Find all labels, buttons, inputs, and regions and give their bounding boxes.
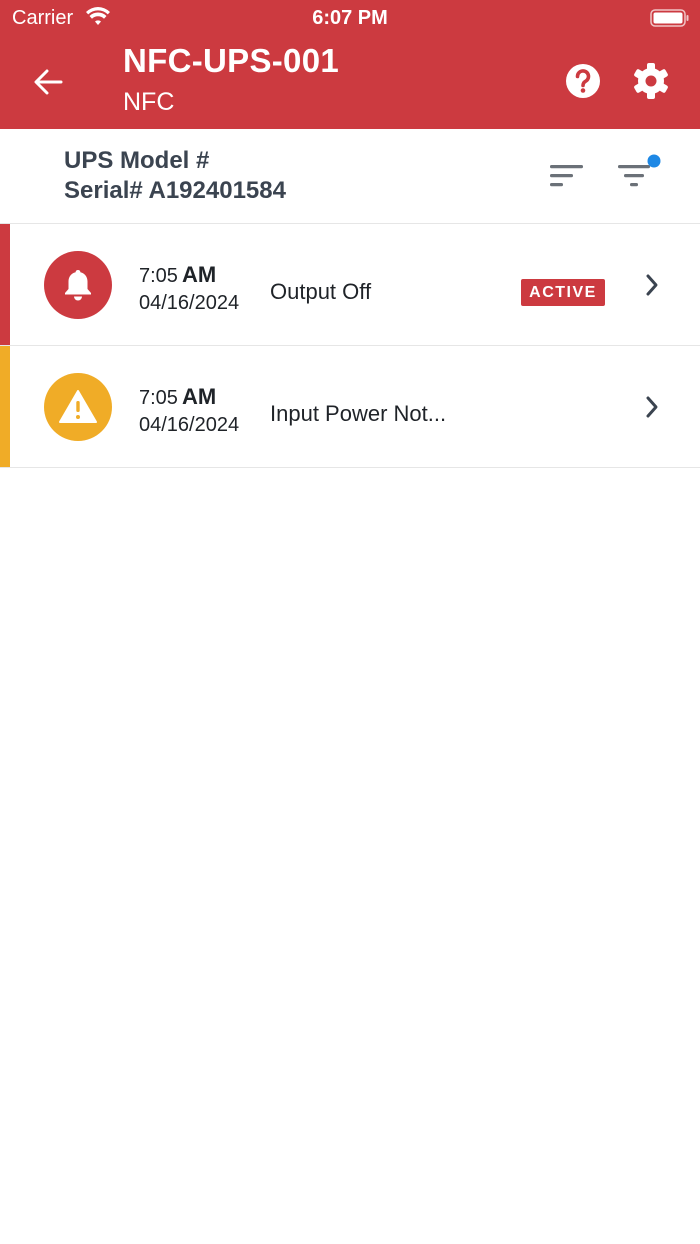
event-row[interactable]: 7:05 AM 04/16/2024 Output Off ACTIVE [0, 224, 700, 346]
chevron-right-icon [646, 396, 658, 418]
severity-stripe [0, 224, 10, 345]
event-time: 7:05 AM [139, 384, 217, 409]
status-badge: ACTIVE [521, 279, 605, 306]
event-title: Output Off [270, 279, 372, 304]
help-icon [566, 64, 600, 98]
alarm-indicator [44, 251, 112, 319]
gear-icon [634, 63, 668, 99]
chevron-right-icon [646, 274, 658, 296]
battery-icon [650, 9, 689, 27]
warning-indicator [44, 373, 112, 441]
event-time: 7:05 AM [139, 262, 217, 287]
filter-icon [618, 154, 661, 187]
app-header: Carrier 6:07 PM NFC-UPS-001 NFC [0, 0, 700, 129]
device-serial: Serial# A192401584 [64, 177, 286, 204]
device-model: UPS Model # [64, 147, 210, 174]
event-title: Input Power Not... [270, 401, 447, 426]
event-row[interactable]: 7:05 AM 04/16/2024 Input Power Not... [0, 346, 700, 468]
clock: 6:07 PM [312, 7, 388, 29]
sort-icon [550, 165, 583, 187]
event-date: 04/16/2024 [139, 414, 240, 436]
settings-button[interactable] [632, 62, 670, 100]
page-title: NFC-UPS-001 [123, 42, 340, 79]
severity-stripe [0, 346, 10, 467]
warning-icon [59, 390, 97, 423]
event-date: 04/16/2024 [139, 292, 240, 314]
page-subtitle: NFC [123, 88, 175, 116]
help-button[interactable] [565, 63, 601, 99]
sort-button[interactable] [549, 162, 585, 190]
bell-icon [65, 270, 91, 301]
filter-active-dot [647, 154, 661, 168]
arrow-left-icon [34, 69, 63, 95]
back-button[interactable] [28, 62, 68, 102]
filter-button[interactable] [616, 152, 664, 190]
status-bar: Carrier 6:07 PM [0, 0, 700, 36]
